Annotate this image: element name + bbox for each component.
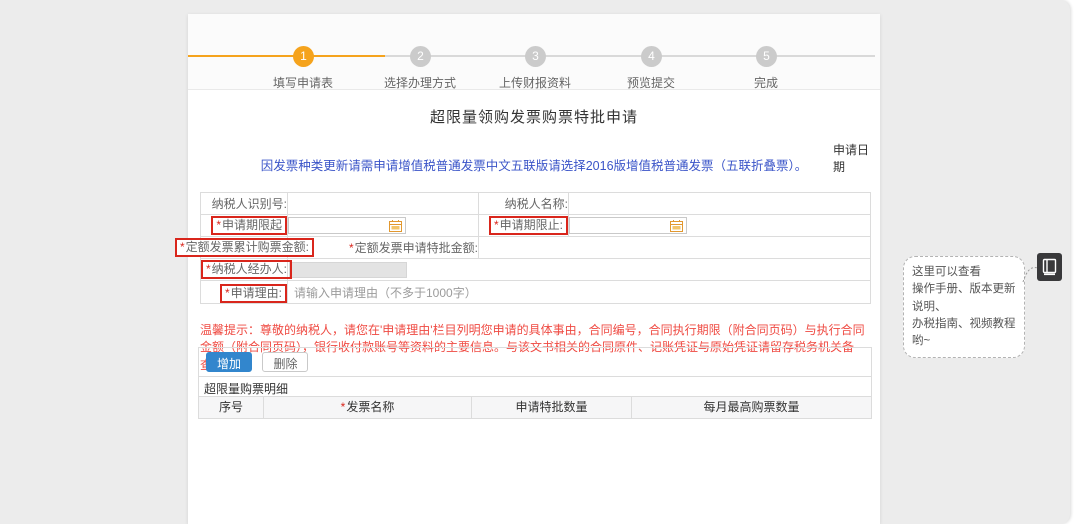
step-1-dot: 1 [293, 46, 314, 67]
step-4-dot: 4 [641, 46, 662, 67]
detail-section-title: 超限量购票明细 [199, 376, 871, 396]
taxpayer-id-value [288, 193, 479, 215]
quota-apply-label: *定额发票申请特批金额: [349, 241, 478, 255]
taxpayer-name-label: 纳税人名称: [479, 193, 569, 215]
content-card: 1 2 3 4 5 填写申请表 选择办理方式 上传财报资料 预览提交 完成 超限… [188, 14, 880, 524]
invoice-type-notice-link[interactable]: 因发票种类更新请需申请增值税普通发票中文五联版请选择2016版增值税普通发票（五… [188, 155, 880, 174]
quota-apply-label-cell: *定额发票申请特批金额: [288, 237, 479, 259]
period-end-date-input[interactable] [569, 217, 687, 234]
apply-date-label: 申请日期 [833, 141, 880, 175]
period-start-label: *申请期限起 [211, 216, 287, 235]
step-3-label: 上传财报资料 [490, 74, 580, 91]
help-line-1: 这里可以查看 [912, 264, 1016, 281]
form-row-reason: *申请理由: 请输入申请理由（不多于1000字） [201, 281, 871, 304]
stepper-track-active [188, 55, 385, 57]
help-manual-button[interactable] [1037, 253, 1062, 281]
app-window: 1 2 3 4 5 填写申请表 选择办理方式 上传财报资料 预览提交 完成 超限… [0, 0, 1070, 524]
form-row-agent: *纳税人经办人: [201, 259, 871, 281]
detail-panel: 增加 删除 超限量购票明细 序号 *发票名称 申请特批数量 每月最高购票数量 [198, 347, 872, 419]
application-form: 纳税人识别号: 纳税人名称: *申请期限起 [200, 192, 871, 304]
form-row-taxpayer: 纳税人识别号: 纳税人名称: [201, 193, 871, 215]
help-line-3: 办税指南、视频教程哟~ [912, 316, 1016, 351]
col-apply-qty-header: 申请特批数量 [471, 397, 631, 418]
reason-textarea[interactable]: 请输入申请理由（不多于1000字） [288, 281, 871, 304]
help-line-2: 操作手册、版本更新说明、 [912, 281, 1016, 316]
delete-row-button[interactable]: 删除 [262, 352, 308, 372]
col-seq-header: 序号 [199, 397, 263, 418]
quota-total-label: *定额发票累计购票金额: [175, 238, 314, 257]
step-3-dot: 3 [525, 46, 546, 67]
agent-input[interactable] [289, 262, 407, 278]
book-icon [1041, 258, 1058, 276]
add-row-button[interactable]: 增加 [206, 352, 252, 372]
quota-apply-value [479, 237, 871, 259]
stepper: 1 2 3 4 5 填写申请表 选择办理方式 上传财报资料 预览提交 完成 [188, 14, 880, 90]
agent-label: *纳税人经办人: [201, 260, 292, 279]
period-end-label: *申请期限止: [489, 216, 568, 235]
reason-placeholder: 请输入申请理由（不多于1000字） [288, 281, 870, 301]
reason-label: *申请理由: [220, 284, 287, 303]
step-2-dot: 2 [410, 46, 431, 67]
calendar-icon[interactable] [389, 220, 402, 232]
calendar-icon[interactable] [670, 220, 683, 232]
taxpayer-name-value [569, 193, 871, 215]
detail-table-header: 序号 *发票名称 申请特批数量 每月最高购票数量 [199, 396, 871, 418]
step-5-dot: 5 [756, 46, 777, 67]
step-1-label: 填写申请表 [258, 74, 348, 91]
page-title: 超限量领购发票购票特批申请 [188, 106, 880, 127]
step-4-label: 预览提交 [606, 74, 696, 91]
col-monthly-max-header: 每月最高购票数量 [631, 397, 871, 418]
detail-toolbar: 增加 删除 [199, 348, 871, 376]
taxpayer-id-label: 纳税人识别号: [201, 193, 288, 215]
step-5-label: 完成 [721, 74, 811, 91]
col-invoice-name-header: *发票名称 [263, 397, 471, 418]
form-row-quota: *定额发票累计购票金额: *定额发票申请特批金额: [201, 237, 871, 259]
step-2-label: 选择办理方式 [375, 74, 465, 91]
form-row-period: *申请期限起 *申请期限止: [201, 215, 871, 237]
period-start-date-input[interactable] [288, 217, 406, 234]
help-tooltip-bubble: 这里可以查看 操作手册、版本更新说明、 办税指南、视频教程哟~ [903, 256, 1025, 358]
